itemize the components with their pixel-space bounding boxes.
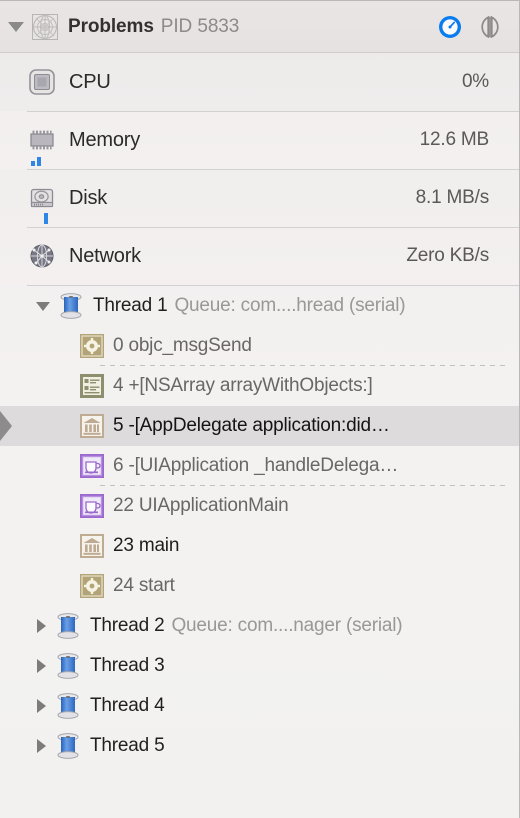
thread-disclosure-triangle[interactable] bbox=[37, 739, 46, 753]
stack-frame-row[interactable]: 23 main bbox=[0, 526, 519, 566]
thread-spool-icon bbox=[55, 652, 81, 680]
stack-frame-label: 0 objc_msgSend bbox=[113, 335, 252, 356]
list-rows-icon bbox=[80, 374, 104, 398]
metric-label: CPU bbox=[69, 70, 111, 93]
gear-icon bbox=[80, 574, 104, 598]
bank-icon bbox=[80, 534, 104, 558]
thread-spool-icon bbox=[58, 292, 84, 320]
cpu-chip-icon bbox=[27, 67, 57, 97]
debug-navigator-panel: Problems PID 5833 CPU 0% Memory 12.6 MB … bbox=[0, 0, 520, 818]
stack-frame-row[interactable]: 6 -[UIApplication _handleDelega… bbox=[0, 446, 519, 486]
row-separator bbox=[27, 169, 519, 170]
metric-row-disk[interactable]: Disk 8.1 MB/s bbox=[0, 169, 519, 227]
program-counter-arrow-icon bbox=[0, 409, 17, 443]
process-name: Problems bbox=[68, 15, 154, 37]
split-view-button[interactable] bbox=[475, 12, 505, 42]
thread-tree: Thread 1 Queue: com....hread (serial) 0 … bbox=[0, 285, 519, 766]
bank-icon bbox=[80, 414, 104, 438]
stack-frame-row[interactable]: 24 start bbox=[0, 566, 519, 606]
stack-frame-row-selected[interactable]: 5 -[AppDelegate application:did… bbox=[0, 406, 519, 446]
disk-drive-icon bbox=[27, 183, 57, 213]
gauge-toggle-button[interactable] bbox=[435, 12, 465, 42]
network-globe-icon bbox=[27, 241, 57, 271]
wireframe-globe-icon bbox=[30, 12, 60, 42]
process-header-row[interactable]: Problems PID 5833 bbox=[0, 1, 519, 53]
stack-frame-label: 5 -[AppDelegate application:did… bbox=[113, 415, 390, 436]
metric-value: 8.1 MB/s bbox=[415, 187, 490, 208]
thread-row-4[interactable]: Thread 4 bbox=[0, 686, 519, 726]
stack-frame-row[interactable]: 22 UIApplicationMain bbox=[0, 486, 519, 526]
metric-row-network[interactable]: Network Zero KB/s bbox=[0, 227, 519, 285]
thread-disclosure-triangle[interactable] bbox=[37, 619, 46, 633]
thread-name: Thread 1 bbox=[93, 295, 168, 316]
process-disclosure-triangle[interactable] bbox=[8, 21, 24, 32]
stack-frame-row[interactable]: 4 +[NSArray arrayWithObjects:] bbox=[0, 366, 519, 406]
thread-row-1[interactable]: Thread 1 Queue: com....hread (serial) bbox=[0, 286, 519, 326]
row-separator bbox=[27, 111, 519, 112]
split-view-icon bbox=[481, 15, 499, 38]
thread-name: Thread 4 bbox=[90, 695, 165, 716]
metrics-list: CPU 0% Memory 12.6 MB Disk 8.1 MB/s Netw… bbox=[0, 53, 519, 285]
thread-disclosure-triangle[interactable] bbox=[37, 659, 46, 673]
metric-label: Network bbox=[69, 244, 141, 267]
metric-value: Zero KB/s bbox=[406, 245, 489, 266]
thread-row-3[interactable]: Thread 3 bbox=[0, 646, 519, 686]
memory-sparkline bbox=[31, 154, 41, 166]
stack-frame-label: 6 -[UIApplication _handleDelega… bbox=[113, 455, 399, 476]
thread-spool-icon bbox=[55, 692, 81, 720]
thread-name: Thread 3 bbox=[90, 655, 165, 676]
coffee-cup-icon bbox=[80, 494, 104, 518]
gear-icon bbox=[80, 334, 104, 358]
thread-queue: Queue: com....nager (serial) bbox=[171, 615, 403, 636]
row-separator bbox=[27, 227, 519, 228]
metric-label: Disk bbox=[69, 186, 108, 209]
stack-frame-label: 22 UIApplicationMain bbox=[113, 495, 289, 516]
metric-label: Memory bbox=[69, 128, 141, 151]
gauge-icon bbox=[439, 15, 461, 38]
stack-frame-label: 4 +[NSArray arrayWithObjects:] bbox=[113, 375, 373, 396]
metric-value: 0% bbox=[461, 71, 489, 92]
metric-row-memory[interactable]: Memory 12.6 MB bbox=[0, 111, 519, 169]
thread-row-5[interactable]: Thread 5 bbox=[0, 726, 519, 766]
memory-ram-icon bbox=[27, 125, 57, 155]
stack-frame-label: 24 start bbox=[113, 575, 175, 596]
metric-row-cpu[interactable]: CPU 0% bbox=[0, 53, 519, 111]
stack-frame-label: 23 main bbox=[113, 535, 180, 556]
thread-name: Thread 5 bbox=[90, 735, 165, 756]
thread-queue: Queue: com....hread (serial) bbox=[174, 295, 406, 316]
process-pid: PID 5833 bbox=[160, 15, 240, 37]
thread-disclosure-triangle[interactable] bbox=[36, 301, 50, 311]
disk-sparkline bbox=[44, 212, 48, 224]
thread-spool-icon bbox=[55, 732, 81, 760]
thread-name: Thread 2 bbox=[90, 615, 165, 636]
metric-value: 12.6 MB bbox=[419, 129, 490, 150]
thread-spool-icon bbox=[55, 612, 81, 640]
coffee-cup-icon bbox=[80, 454, 104, 478]
thread-row-2[interactable]: Thread 2 Queue: com....nager (serial) bbox=[0, 606, 519, 646]
stack-frame-row[interactable]: 0 objc_msgSend bbox=[0, 326, 519, 366]
thread-disclosure-triangle[interactable] bbox=[37, 699, 46, 713]
